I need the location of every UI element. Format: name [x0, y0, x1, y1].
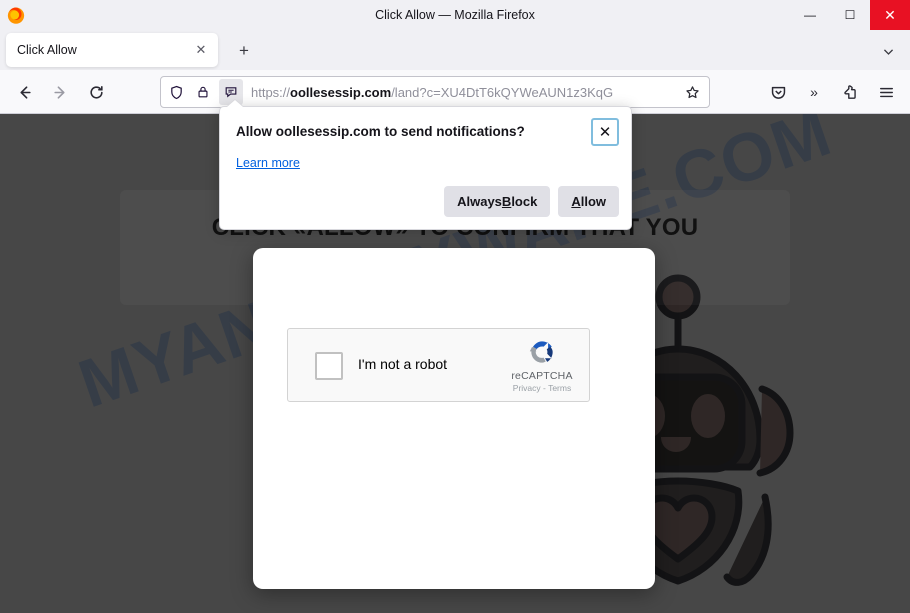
url-text[interactable]: https://oollesessip.com/land?c=XU4DtT6kQ… [251, 85, 679, 100]
recaptcha-legal-links[interactable]: Privacy - Terms [503, 383, 581, 393]
allow-suffix: llow [580, 194, 606, 209]
dialog-title: Allow oollesessip.com to send notificati… [236, 124, 525, 139]
always-block-suffix: lock [511, 194, 538, 209]
pocket-icon[interactable] [764, 78, 792, 106]
recaptcha-label: I'm not a robot [358, 356, 448, 372]
recaptcha-widget[interactable]: I'm not a robot reCAPTCHA Privacy - Term… [287, 328, 590, 402]
recaptcha-brand-name: reCAPTCHA [511, 370, 573, 382]
minimize-button[interactable]: — [790, 0, 830, 30]
url-scheme: https:// [251, 84, 291, 100]
url-host: oollesessip.com [290, 84, 392, 100]
doorhanger-arrow [227, 100, 243, 107]
back-icon[interactable] [11, 79, 37, 105]
url-path: /land?c=XU4DtT6kQYWeAUN1z3KqG [391, 84, 614, 100]
always-block-prefix: Always [457, 194, 502, 209]
always-block-accesskey: B [501, 194, 512, 209]
window-title: Click Allow — Mozilla Firefox [375, 8, 535, 22]
close-window-button[interactable]: ✕ [870, 0, 910, 30]
tab-strip: Click Allow ✕ + [0, 30, 910, 70]
forward-icon [47, 79, 73, 105]
extensions-icon[interactable] [836, 78, 864, 106]
always-block-button[interactable]: Always Block [444, 186, 551, 217]
lock-icon[interactable] [191, 79, 215, 105]
hamburger-menu-icon[interactable] [872, 78, 900, 106]
new-tab-icon[interactable]: + [232, 39, 256, 63]
allow-accesskey: A [571, 194, 581, 209]
browser-window: Click Allow — Mozilla Firefox — ☐ ✕ Clic… [0, 0, 910, 613]
notification-permission-dialog: Allow oollesessip.com to send notificati… [219, 106, 632, 230]
close-icon[interactable]: ✕ [591, 118, 619, 146]
shield-icon[interactable] [164, 79, 188, 105]
recaptcha-logo-icon [529, 341, 553, 363]
recaptcha-branding: reCAPTCHA Privacy - Terms [503, 336, 581, 393]
maximize-button[interactable]: ☐ [830, 0, 870, 30]
captcha-modal: I'm not a robot reCAPTCHA Privacy - Term… [253, 248, 655, 589]
dialog-actions: Always Block Allow [444, 186, 619, 217]
browser-tab[interactable]: Click Allow ✕ [6, 33, 218, 67]
title-bar: Click Allow — Mozilla Firefox — ☐ ✕ [0, 0, 910, 30]
bookmark-star-icon[interactable] [679, 79, 705, 105]
allow-button[interactable]: Allow [558, 186, 619, 217]
learn-more-link[interactable]: Learn more [236, 156, 300, 170]
reload-icon[interactable] [83, 79, 109, 105]
tab-title: Click Allow [17, 43, 77, 57]
overflow-menu-icon[interactable]: » [800, 78, 828, 106]
close-tab-icon[interactable]: ✕ [189, 38, 213, 62]
chevron-down-icon[interactable] [876, 39, 900, 63]
window-controls: — ☐ ✕ [790, 0, 910, 30]
recaptcha-checkbox[interactable] [315, 352, 343, 380]
